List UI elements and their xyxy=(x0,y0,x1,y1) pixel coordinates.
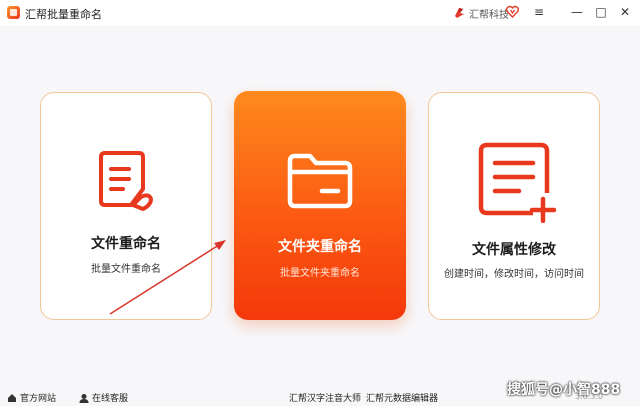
close-button[interactable]: ✕ xyxy=(615,3,635,21)
folder-icon xyxy=(287,153,353,209)
card-desc: 批量文件夹重命名 xyxy=(280,268,360,279)
home-icon xyxy=(8,393,16,402)
customer-service-icon xyxy=(79,393,89,403)
list-add-icon xyxy=(478,142,557,223)
app-logo-icon xyxy=(7,6,20,19)
title-bar: 汇帮批量重命名 汇帮科技 ≡ — □ ✕ xyxy=(0,0,640,26)
card-file-rename[interactable]: 文件重命名 批量文件重命名 xyxy=(40,92,212,320)
online-service-label: 在线客服 xyxy=(92,394,129,404)
card-title: 文件属性修改 xyxy=(472,242,556,258)
maximize-button[interactable]: □ xyxy=(591,3,611,21)
file-document-icon xyxy=(99,151,153,211)
minimize-button[interactable]: — xyxy=(567,3,587,21)
official-site-link[interactable]: 官方网站 xyxy=(7,391,56,404)
app-title: 汇帮批量重命名 xyxy=(25,8,102,21)
online-service-link[interactable]: 在线客服 xyxy=(79,391,128,404)
metadata-editor-link[interactable]: 汇帮元数据编辑器 xyxy=(366,391,438,404)
brand-name: 汇帮科技 xyxy=(469,10,509,21)
card-file-attributes[interactable]: 文件属性修改 创建时间，修改时间，访问时间 xyxy=(428,92,600,320)
card-folder-rename[interactable]: 文件夹重命名 批量文件夹重命名 xyxy=(234,91,406,320)
brand-logo-icon xyxy=(455,8,464,18)
menu-button[interactable]: ≡ xyxy=(529,3,549,21)
card-desc: 创建时间，修改时间，访问时间 xyxy=(444,269,584,280)
pinyin-tool-label: 汇帮汉字注音大师 xyxy=(289,394,362,404)
pinyin-tool-link[interactable]: 汇帮汉字注音大师 xyxy=(289,391,361,404)
watermark-text: 搜狐号@小智888 xyxy=(507,382,621,398)
official-site-label: 官方网站 xyxy=(20,394,57,404)
card-title: 文件夹重命名 xyxy=(278,239,362,255)
vip-heart-icon[interactable] xyxy=(506,5,519,18)
card-title: 文件重命名 xyxy=(91,236,161,252)
metadata-editor-label: 汇帮元数据编辑器 xyxy=(366,394,439,404)
card-desc: 批量文件重命名 xyxy=(91,264,161,275)
